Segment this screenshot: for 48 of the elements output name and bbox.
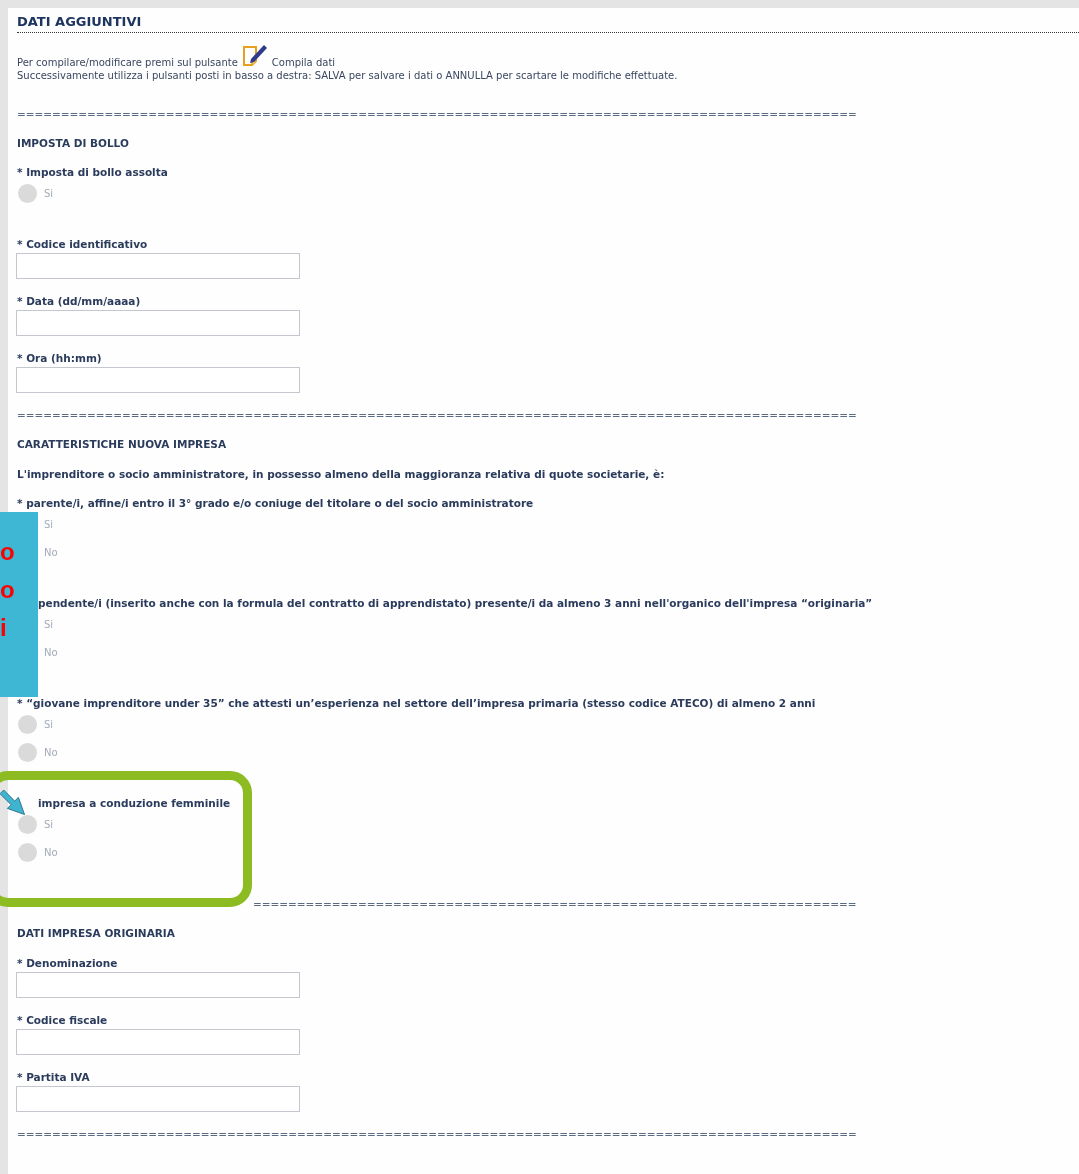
input-field[interactable]	[16, 972, 300, 998]
radio-button[interactable]	[18, 714, 37, 734]
arrow-icon	[0, 790, 27, 817]
radio-label[interactable]: No	[44, 846, 58, 858]
input-field[interactable]	[16, 253, 300, 279]
section-heading: CARATTERISTICHE NUOVA IMPRESA	[17, 437, 228, 451]
radio-button[interactable]	[18, 842, 37, 862]
question-text: L'imprenditore o socio amministratore, in possesso almeno della maggioranza relativa di quote societarie, è:	[17, 467, 666, 481]
input-field[interactable]	[16, 1086, 300, 1112]
radio-button[interactable]	[18, 814, 37, 834]
separator-text: ================================================================================================	[17, 1127, 858, 1141]
overlay-letter: o	[0, 575, 15, 605]
instruction-text: Compila dati	[271, 56, 336, 69]
instruction-text: Per compilare/modificare premi sul pulsante	[17, 56, 238, 69]
question-label: * Imposta di bollo assolta	[17, 165, 169, 179]
radio-label[interactable]: No	[44, 646, 58, 658]
radio-label[interactable]: Si	[44, 718, 54, 730]
field-label: * Partita IVA	[17, 1070, 91, 1084]
field-label: * Denominazione	[17, 956, 119, 970]
separator-text: ================================================================================================	[17, 408, 858, 422]
section-title: DATI AGGIUNTIVI	[17, 13, 1079, 33]
section-heading: IMPOSTA DI BOLLO	[17, 136, 130, 150]
question-label: * “giovane imprenditore under 35” che attesti un’esperienza nel settore dell’impresa primaria (stesso codice ATECO) di almeno 2 anni	[17, 696, 817, 710]
instruction-text: Successivamente utilizza i pulsanti posti in basso a destra: SALVA per salvare i dati o ANNULLA per scartare le modifiche effettuate.	[17, 69, 679, 82]
field-label: * Ora (hh:mm)	[17, 351, 103, 365]
radio-label[interactable]: Si	[44, 618, 54, 630]
radio-label[interactable]: No	[44, 746, 58, 758]
radio-button[interactable]	[18, 742, 37, 762]
field-label: * Codice identificativo	[17, 237, 149, 251]
question-label: * parente/i, affine/i entro il 3° grado e/o coniuge del titolare o del socio amministratore	[17, 496, 535, 510]
radio-label[interactable]: Si	[44, 518, 54, 530]
radio-button[interactable]	[18, 183, 37, 203]
field-label: * Data (dd/mm/aaaa)	[17, 294, 142, 308]
input-field[interactable]	[16, 310, 300, 336]
field-label: * Codice fiscale	[17, 1013, 109, 1027]
overlay-letter: o	[0, 537, 15, 567]
input-field[interactable]	[16, 1029, 300, 1055]
radio-label[interactable]: No	[44, 546, 58, 558]
radio-label[interactable]: Si	[44, 818, 54, 830]
section-heading: DATI IMPRESA ORIGINARIA	[17, 926, 176, 940]
question-label: impresa a conduzione femminile	[37, 796, 232, 810]
question-label: pendente/i (inserito anche con la formula del contratto di apprendistato) presente/i da almeno 3 anni nell'organico dell'impresa “originaria”	[37, 596, 874, 610]
separator-text: =====================================================================	[253, 897, 857, 911]
edit-document-icon	[241, 43, 268, 67]
radio-label[interactable]: Si	[44, 187, 54, 199]
input-field[interactable]	[16, 367, 300, 393]
separator-text: ================================================================================================	[17, 107, 858, 121]
overlay-letter: i	[0, 613, 7, 643]
